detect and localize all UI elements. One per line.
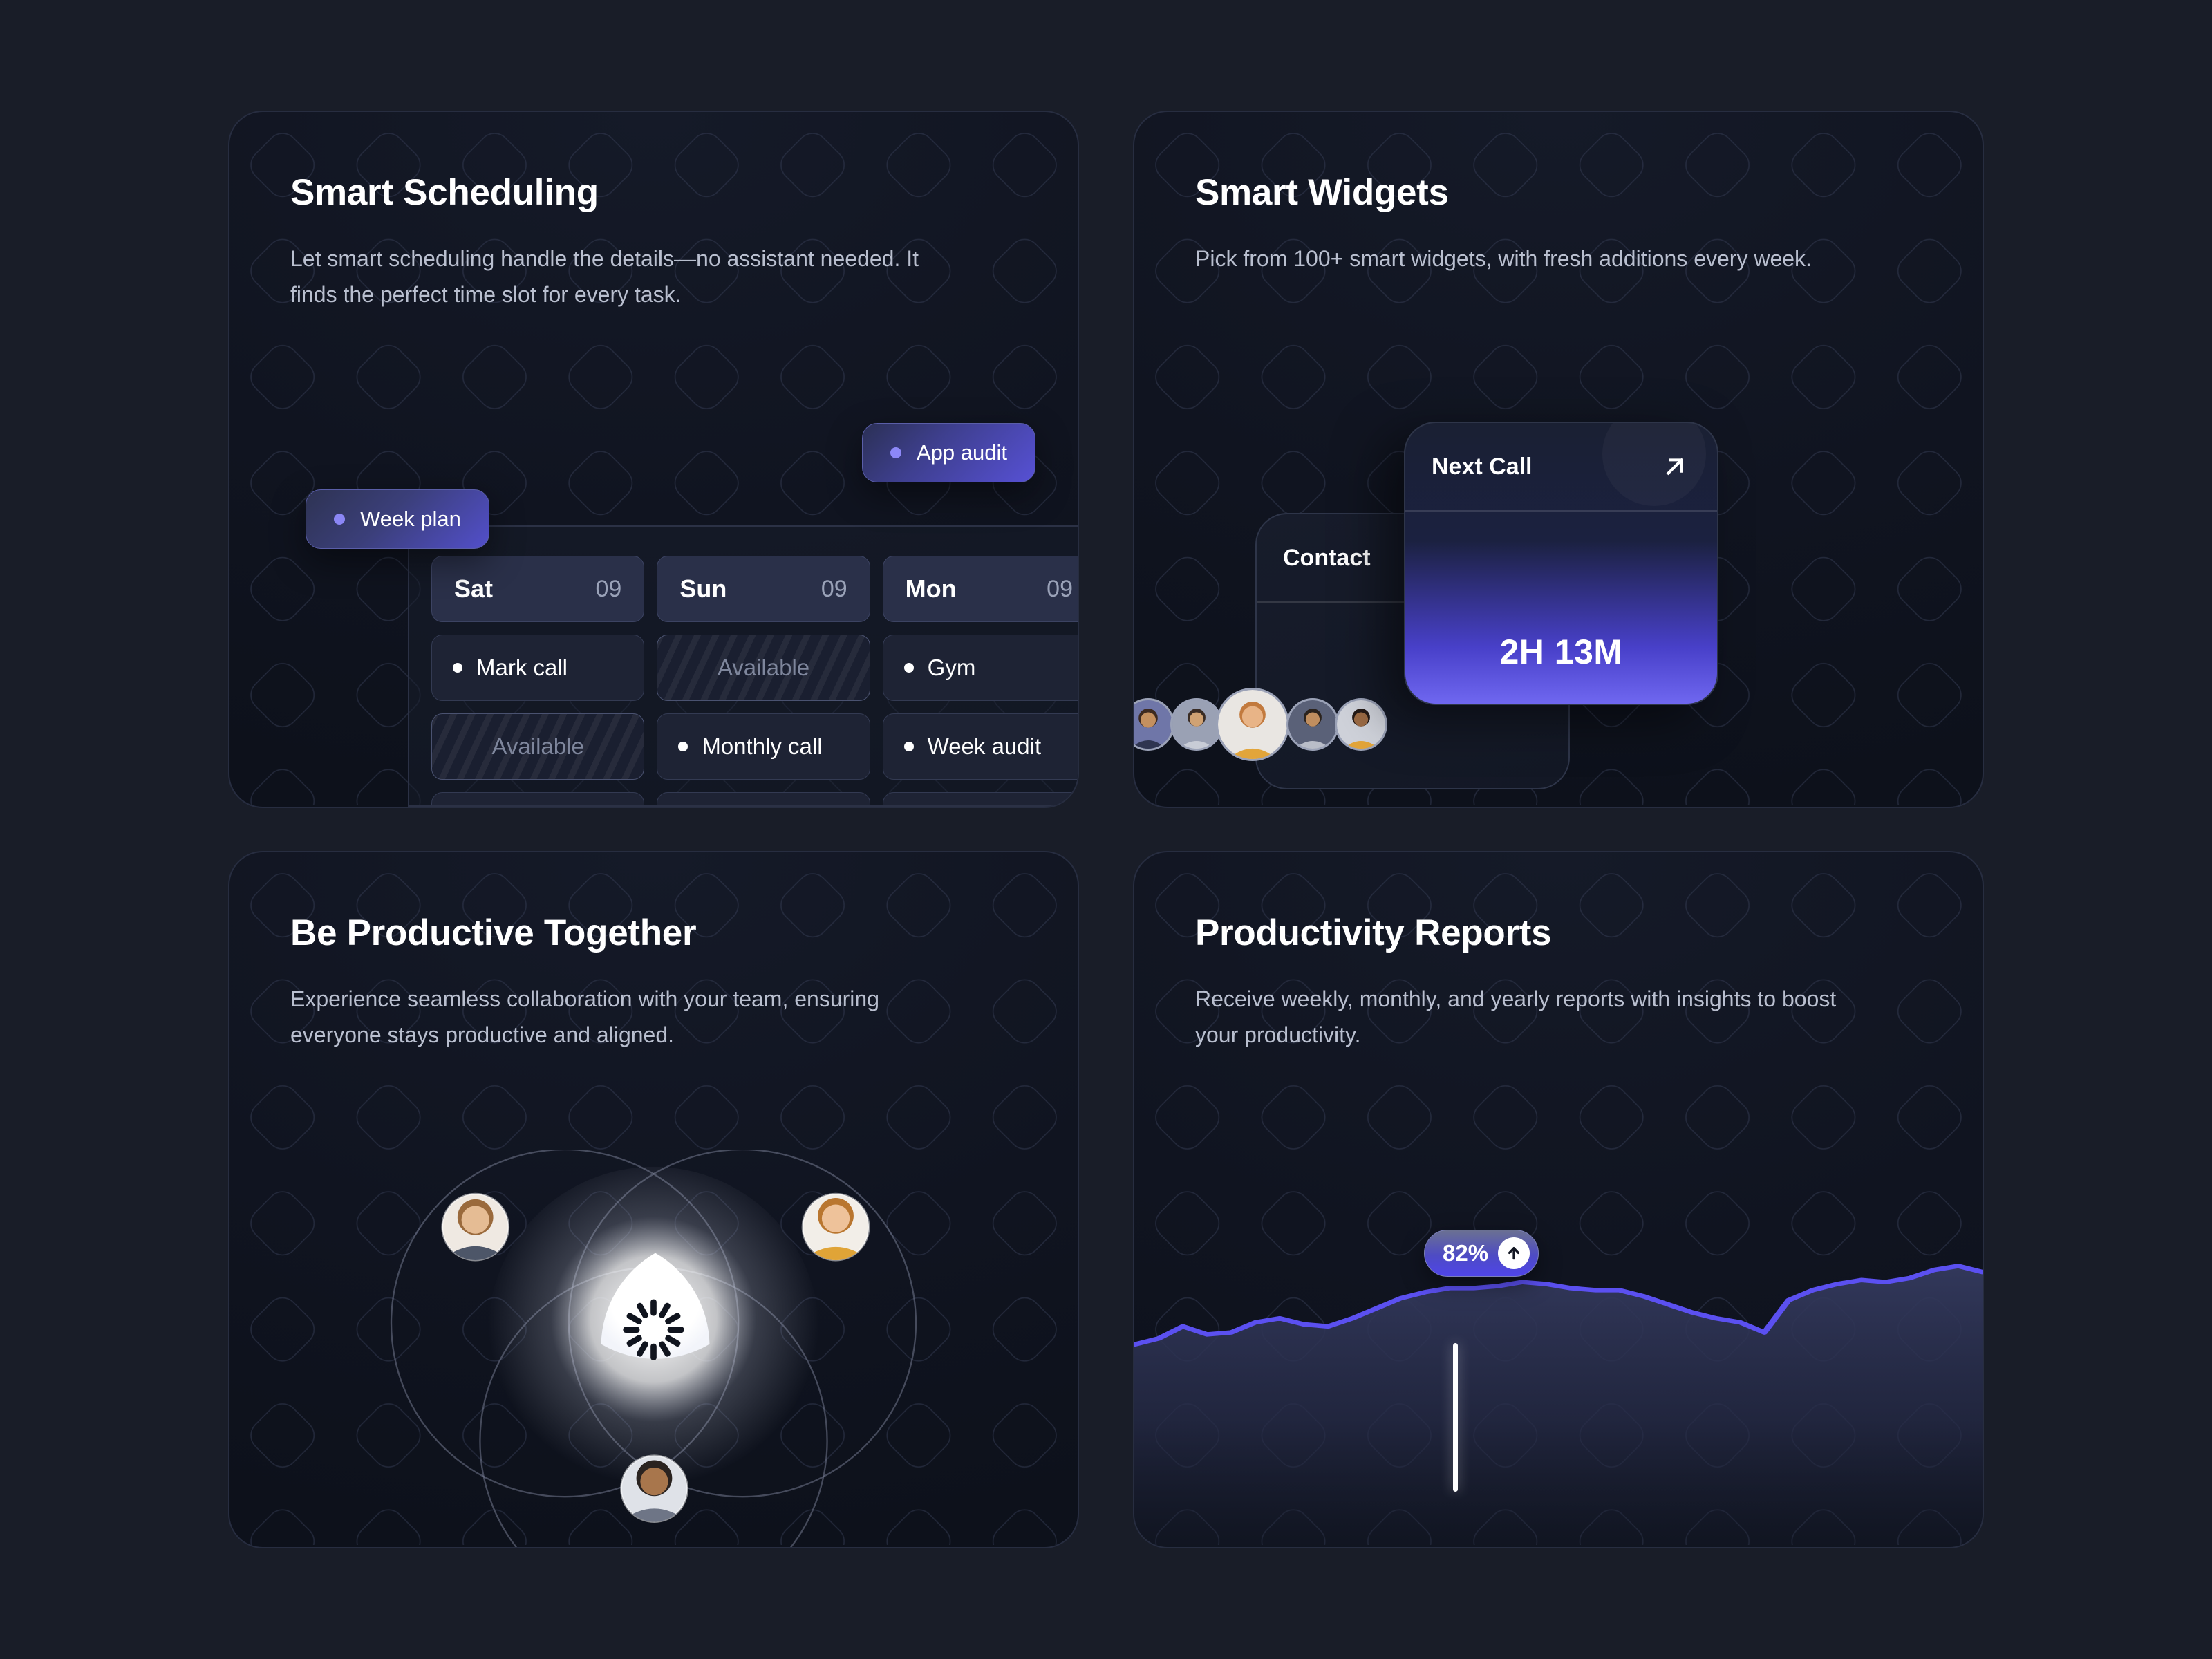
avatar	[801, 1192, 870, 1262]
day-header: Mon 09	[882, 556, 1078, 622]
schedule-grid: Sat 09 Sun 09 Mon 09 Mark call Available…	[431, 556, 1078, 805]
day-number: 09	[1047, 575, 1073, 602]
widgets-illustration: Contact Next Call 2H 13M	[1134, 409, 1983, 807]
bullet-icon	[903, 742, 914, 751]
avatar	[1335, 698, 1387, 751]
day-number: 09	[595, 575, 622, 602]
schedule-slot[interactable]: Week audit	[882, 713, 1078, 780]
card-header: Productivity Reports Receive weekly, mon…	[1134, 852, 1983, 1053]
card-description: Let smart scheduling handle the details—…	[290, 246, 919, 307]
schedule-slot[interactable]: Monthly call	[657, 713, 870, 780]
divider	[1405, 510, 1717, 512]
card-be-productive-together: Be Productive Together Experience seamle…	[228, 851, 1079, 1548]
day-name: Mon	[905, 574, 957, 603]
venn-diagram	[390, 1148, 917, 1547]
card-header: Be Productive Together Experience seamle…	[229, 852, 1078, 1053]
avatar	[1170, 698, 1223, 751]
chart-area-fill	[1134, 1266, 1983, 1547]
card-productivity-reports: Productivity Reports Receive weekly, mon…	[1133, 851, 1984, 1548]
widget-label: Next Call	[1432, 453, 1533, 480]
schedule-slot[interactable]: Gym	[431, 792, 645, 805]
widget-next-call[interactable]: Next Call 2H 13M	[1404, 422, 1718, 705]
avatar	[1134, 698, 1174, 751]
day-name: Sat	[454, 574, 494, 603]
dot-icon	[334, 514, 345, 525]
slot-label: Gym	[927, 655, 976, 680]
slot-label: Week audit	[927, 733, 1042, 759]
page-title: Smart Widgets	[1195, 172, 1449, 213]
avatar	[441, 1192, 510, 1262]
widget-label: Contact	[1283, 544, 1371, 571]
status-badge: 82%	[1424, 1230, 1539, 1277]
schedule-slot[interactable]: Mark call	[431, 635, 645, 701]
schedule-slot-available[interactable]: Available	[431, 713, 645, 780]
avatar	[620, 1454, 688, 1524]
bullet-icon	[903, 663, 914, 673]
avatar	[1286, 698, 1339, 751]
day-number: 09	[821, 575, 847, 602]
schedule-slot[interactable]: Gym	[657, 792, 870, 805]
bullet-icon	[453, 663, 462, 673]
schedule-slot-available[interactable]: Available	[657, 635, 870, 701]
card-header: Smart Widgets Pick from 100+ smart widge…	[1134, 112, 1983, 277]
schedule-illustration: Sat 09 Sun 09 Mon 09 Mark call Available…	[229, 423, 1078, 807]
next-call-time: 2H 13M	[1499, 632, 1623, 671]
page-title: Be Productive Together	[290, 912, 697, 953]
avatar-primary	[1216, 688, 1289, 761]
page-title: Productivity Reports	[1195, 912, 1552, 953]
slot-label: Mark call	[476, 655, 568, 680]
chart-cursor-line[interactable]	[1453, 1343, 1459, 1492]
slot-label: Available	[717, 655, 810, 680]
page-title: Smart Scheduling	[290, 172, 599, 213]
card-header: Smart Scheduling Let smart scheduling ha…	[229, 112, 1078, 313]
badge-value: 82%	[1443, 1240, 1489, 1266]
day-name: Sun	[679, 574, 727, 603]
day-header: Sat 09	[431, 556, 645, 622]
chip-label: Week plan	[360, 507, 461, 531]
area-chart	[1134, 1264, 1983, 1547]
avatar-group	[1134, 688, 1387, 761]
chip-label: App audit	[917, 440, 1007, 465]
slot-label: Available	[491, 733, 584, 759]
dot-icon	[890, 447, 901, 458]
arrow-up-icon	[1498, 1237, 1530, 1269]
card-description: Pick from 100+ smart widgets, with fresh…	[1195, 246, 1812, 271]
schedule-slot[interactable]: Gym	[882, 635, 1078, 701]
widget-header: Next Call	[1405, 423, 1717, 510]
week-plan-panel: Sat 09 Sun 09 Mon 09 Mark call Available…	[408, 525, 1078, 807]
schedule-slot[interactable]: Anna call	[882, 792, 1078, 805]
card-description: Receive weekly, monthly, and yearly repo…	[1195, 986, 1837, 1047]
arrow-up-right-icon[interactable]	[1659, 451, 1691, 482]
productivity-chart: 82%	[1134, 1198, 1983, 1547]
chip-app-audit[interactable]: App audit	[862, 423, 1035, 482]
card-description: Experience seamless collaboration with y…	[290, 986, 879, 1047]
chip-week-plan[interactable]: Week plan	[306, 489, 489, 549]
card-smart-widgets: Smart Widgets Pick from 100+ smart widge…	[1133, 111, 1984, 808]
day-header: Sun 09	[657, 556, 870, 622]
slot-label: Monthly call	[702, 733, 823, 759]
card-smart-scheduling: Smart Scheduling Let smart scheduling ha…	[228, 111, 1079, 808]
bullet-icon	[678, 742, 688, 751]
feature-cards-page: Smart Scheduling Let smart scheduling ha…	[0, 0, 2212, 1659]
collaboration-illustration	[229, 1148, 1078, 1547]
